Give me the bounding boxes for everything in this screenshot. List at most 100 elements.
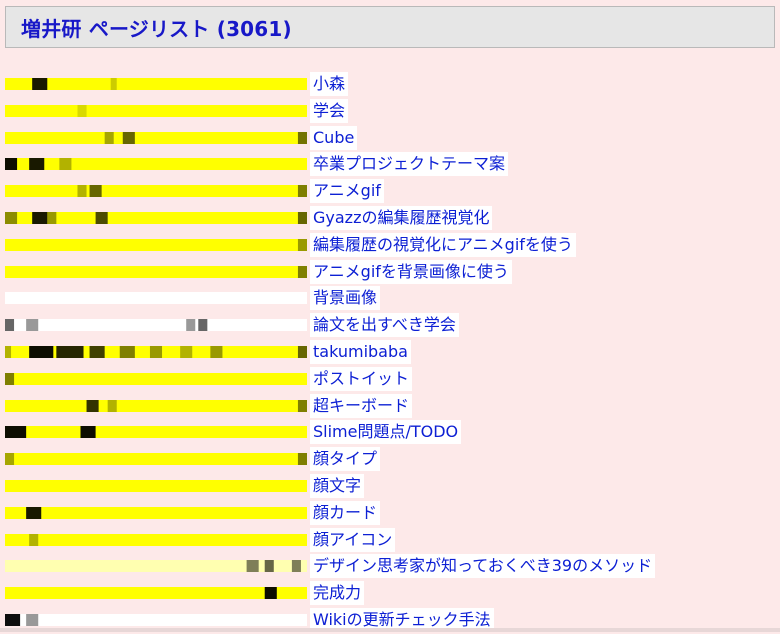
activity-mark	[32, 78, 48, 90]
activity-mark	[59, 158, 72, 171]
activity-bar-fill	[5, 104, 307, 117]
page-link[interactable]: ポストイット	[313, 369, 409, 389]
list-item: 超キーボード	[0, 393, 780, 420]
page-title-cell: 学会	[310, 98, 349, 123]
activity-bar-fill	[5, 399, 307, 412]
activity-mark	[32, 211, 48, 224]
page-link[interactable]: Gyazzの編集履歴視覚化	[313, 208, 489, 228]
activity-bar-fill	[5, 479, 307, 492]
activity-mark	[246, 560, 259, 573]
page-title-cell: takumibaba	[310, 339, 411, 364]
list-item: ポストイット	[0, 366, 780, 393]
activity-bar	[5, 345, 307, 358]
activity-bar	[5, 319, 307, 332]
activity-bar-fill	[5, 560, 307, 573]
activity-mark	[297, 238, 307, 251]
list-item: アニメgifを背景画像に使う	[0, 259, 780, 286]
activity-mark	[198, 319, 208, 332]
page-title-cell: 顔タイプ	[310, 447, 381, 472]
activity-bar-fill	[5, 613, 307, 626]
page-title-cell: Gyazzの編集履歴視覚化	[310, 205, 493, 230]
activity-bar	[5, 211, 307, 224]
page-link[interactable]: 背景画像	[313, 288, 377, 308]
page-link[interactable]: takumibaba	[313, 342, 408, 362]
page-link[interactable]: アニメgif	[313, 181, 381, 201]
activity-mark	[29, 533, 39, 546]
page-title-cell: Slime問題点/TODO	[310, 420, 462, 445]
activity-mark	[297, 211, 307, 224]
activity-mark	[297, 399, 307, 412]
activity-bar	[5, 131, 307, 144]
page-link[interactable]: 顔アイコン	[313, 530, 392, 550]
activity-mark	[5, 158, 18, 171]
page-title-cell: ポストイット	[310, 366, 413, 391]
activity-bar-fill	[5, 506, 307, 519]
page-link[interactable]: 超キーボード	[313, 396, 409, 416]
list-item: 小森	[0, 71, 780, 98]
page-title-cell: デザイン思考家が知っておくべき39のメソッド	[310, 554, 656, 579]
activity-mark	[29, 158, 45, 171]
page-title-cell: 顔カード	[310, 500, 381, 525]
activity-mark	[5, 372, 15, 385]
activity-mark	[119, 345, 135, 358]
page-link[interactable]: 顔カード	[313, 503, 377, 523]
page-title-cell: Cube	[310, 125, 358, 150]
list-item: 論文を出すべき学会	[0, 312, 780, 339]
page-link[interactable]: Cube	[313, 128, 354, 148]
page-link[interactable]: 顔タイプ	[313, 449, 377, 469]
activity-bar	[5, 533, 307, 546]
activity-mark	[89, 345, 105, 358]
list-item: アニメgif	[0, 178, 780, 205]
activity-bar-fill	[5, 533, 307, 546]
activity-mark	[5, 345, 12, 358]
activity-mark	[291, 560, 301, 573]
page-link[interactable]: 学会	[313, 101, 345, 121]
page-link[interactable]: 完成力	[313, 583, 361, 603]
activity-mark	[5, 453, 15, 466]
activity-mark	[180, 345, 193, 358]
activity-mark	[47, 211, 57, 224]
activity-mark	[86, 399, 99, 412]
activity-mark	[297, 131, 307, 144]
activity-mark	[149, 345, 163, 358]
activity-mark	[26, 613, 39, 626]
page-link[interactable]: 論文を出すべき学会	[313, 315, 456, 335]
activity-bar-fill	[5, 265, 307, 278]
page-title-cell: 論文を出すべき学会	[310, 313, 459, 338]
activity-mark	[110, 78, 117, 90]
page-title[interactable]: 増井研 ページリスト (3061)	[21, 13, 292, 42]
list-item: 顔カード	[0, 500, 780, 527]
list-item: Gyazzの編集履歴視覚化	[0, 205, 780, 232]
activity-bar-fill	[5, 372, 307, 385]
list-item: 卒業プロジェクトテーマ案	[0, 151, 780, 178]
page-link[interactable]: Wikiの更新チェック手法	[313, 610, 491, 630]
page-link[interactable]: デザイン思考家が知っておくべき39のメソッド	[313, 556, 652, 576]
list-item: takumibaba	[0, 339, 780, 366]
activity-bar	[5, 78, 307, 90]
activity-mark	[297, 185, 307, 198]
activity-mark	[29, 345, 54, 358]
page-title-cell: 編集履歴の視覚化にアニメgifを使う	[310, 232, 576, 257]
page-link[interactable]: Slime問題点/TODO	[313, 422, 458, 442]
activity-bar	[5, 265, 307, 278]
activity-mark	[5, 319, 15, 332]
page-title-cell: 小森	[310, 72, 349, 96]
activity-bar-fill	[5, 131, 307, 144]
page-link[interactable]: 卒業プロジェクトテーマ案	[313, 154, 505, 174]
page-title-cell: 卒業プロジェクトテーマ案	[310, 152, 509, 177]
activity-bar-fill	[5, 453, 307, 466]
page-link[interactable]: 小森	[313, 74, 345, 94]
page-title-cell: アニメgif	[310, 179, 384, 204]
activity-bar	[5, 104, 307, 117]
activity-bar	[5, 453, 307, 466]
page-link[interactable]: 編集履歴の視覚化にアニメgifを使う	[313, 235, 573, 255]
activity-mark	[104, 131, 114, 144]
activity-bar-fill	[5, 238, 307, 251]
activity-mark	[5, 613, 21, 626]
page-link[interactable]: アニメgifを背景画像に使う	[313, 262, 509, 282]
horizontal-scrollbar[interactable]	[0, 628, 780, 632]
activity-bar-fill	[5, 158, 307, 171]
page-link[interactable]: 顔文字	[313, 476, 361, 496]
activity-bar-fill	[5, 292, 307, 305]
activity-mark	[210, 345, 223, 358]
